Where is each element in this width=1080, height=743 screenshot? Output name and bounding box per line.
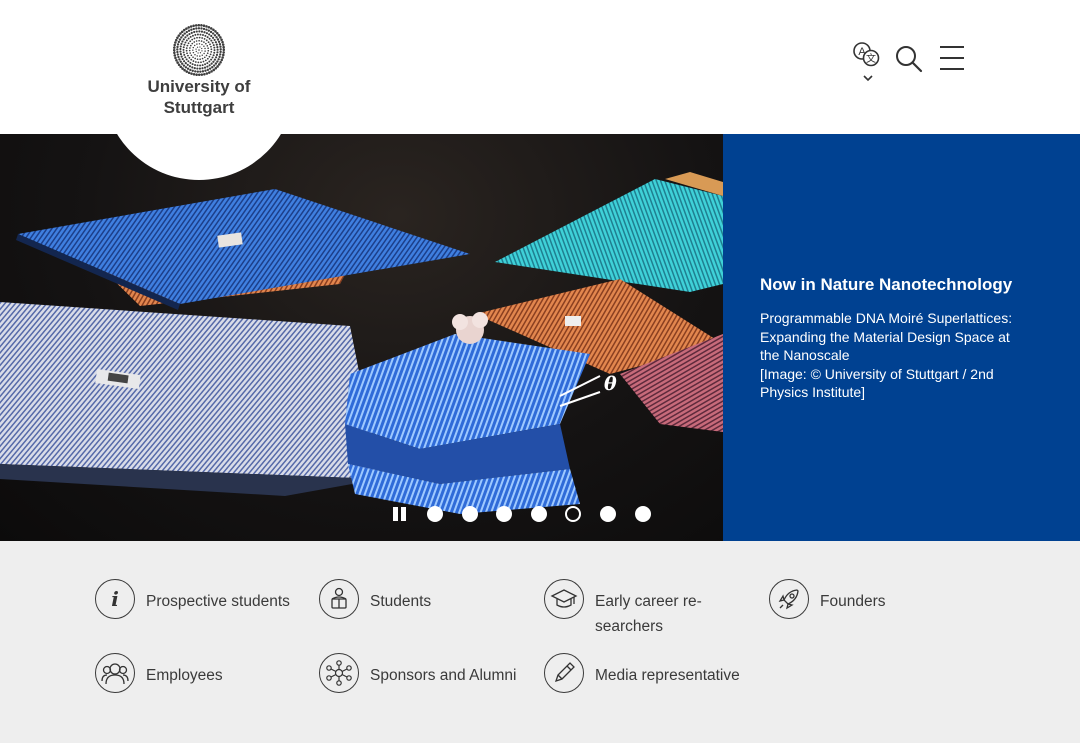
rocket-icon	[769, 579, 809, 619]
logo-dot-pattern-icon	[173, 24, 225, 76]
graduation-cap-icon	[544, 579, 584, 619]
link-label: Founders	[820, 593, 886, 610]
link-label: Employees	[146, 667, 223, 684]
menu-button[interactable]	[939, 40, 965, 80]
dna-superlattice-illustration: θ	[0, 172, 723, 514]
language-button[interactable]: A 文	[851, 40, 885, 82]
slide-dot[interactable]	[461, 506, 478, 522]
hero-title[interactable]: Now in Nature Nanotechnology	[760, 274, 1060, 296]
pause-bar	[393, 507, 398, 521]
logo-wordmark: University of Stuttgart	[103, 76, 295, 118]
logo-line-1: University of	[147, 77, 251, 96]
link-prospective-students[interactable]: i Prospective students	[95, 579, 290, 619]
pause-bar	[401, 507, 406, 521]
hero-text-line: Programmable DNA Moiré Superlattices:	[760, 310, 1013, 326]
slide-dot[interactable]	[427, 506, 443, 522]
hero-image: θ	[0, 134, 723, 541]
hero-caption-panel: Now in Nature Nanotechnology Programmabl…	[723, 134, 1080, 541]
site-header: University of Stuttgart A 文	[0, 0, 1080, 180]
svg-text:文: 文	[866, 52, 876, 65]
language-icon: A 文	[853, 42, 880, 82]
hero-text-line: Physics Institute]	[760, 384, 866, 400]
theta-label: θ	[604, 373, 617, 395]
menu-icon	[940, 46, 964, 70]
hero-text-line: [Image: © University of Stuttgart / 2nd	[760, 365, 994, 382]
logo-line-2: Stuttgart	[163, 98, 235, 117]
slide-dots	[427, 506, 669, 522]
hero-text-line: the Nanoscale	[760, 347, 850, 363]
link-label: Prospective students	[146, 593, 290, 610]
pencil-icon	[544, 653, 584, 693]
link-label: Early career re- searchers	[595, 593, 702, 635]
search-button[interactable]	[895, 40, 923, 80]
link-label: Media representative	[595, 667, 740, 684]
link-early-career-researchers[interactable]: Early career re- searchers	[544, 579, 702, 639]
link-employees[interactable]: Employees	[95, 653, 223, 693]
slide-dot[interactable]	[496, 506, 513, 522]
svg-text:i: i	[111, 587, 119, 611]
hero-slider: θ Now in Nature Nanotechnology Programma…	[0, 134, 1080, 541]
link-media-representative[interactable]: Media representative	[544, 653, 740, 693]
network-icon	[319, 653, 359, 693]
slider-controls	[393, 505, 669, 523]
link-students[interactable]: Students	[319, 579, 431, 619]
slide-dot[interactable]	[634, 506, 651, 522]
pause-button[interactable]	[393, 505, 413, 523]
link-founders[interactable]: Founders	[769, 579, 885, 619]
slide-dot[interactable]	[599, 506, 616, 522]
student-icon	[319, 579, 359, 619]
info-icon: i	[95, 579, 135, 619]
link-label: Sponsors and Alumni	[370, 667, 517, 684]
hero-text-line: Expanding the Material Design Space at	[760, 328, 1010, 345]
slide-dot[interactable]	[565, 506, 582, 522]
link-label: Students	[370, 593, 432, 610]
hero-description: Programmable DNA Moiré Superlattices: Ex…	[760, 309, 1060, 402]
search-icon	[896, 46, 923, 73]
target-group-links: i Prospective students Students Early ca…	[0, 541, 1080, 743]
link-sponsors-alumni[interactable]: Sponsors and Alumni	[319, 653, 516, 693]
slide-dot[interactable]	[530, 506, 547, 522]
people-icon	[95, 653, 135, 693]
